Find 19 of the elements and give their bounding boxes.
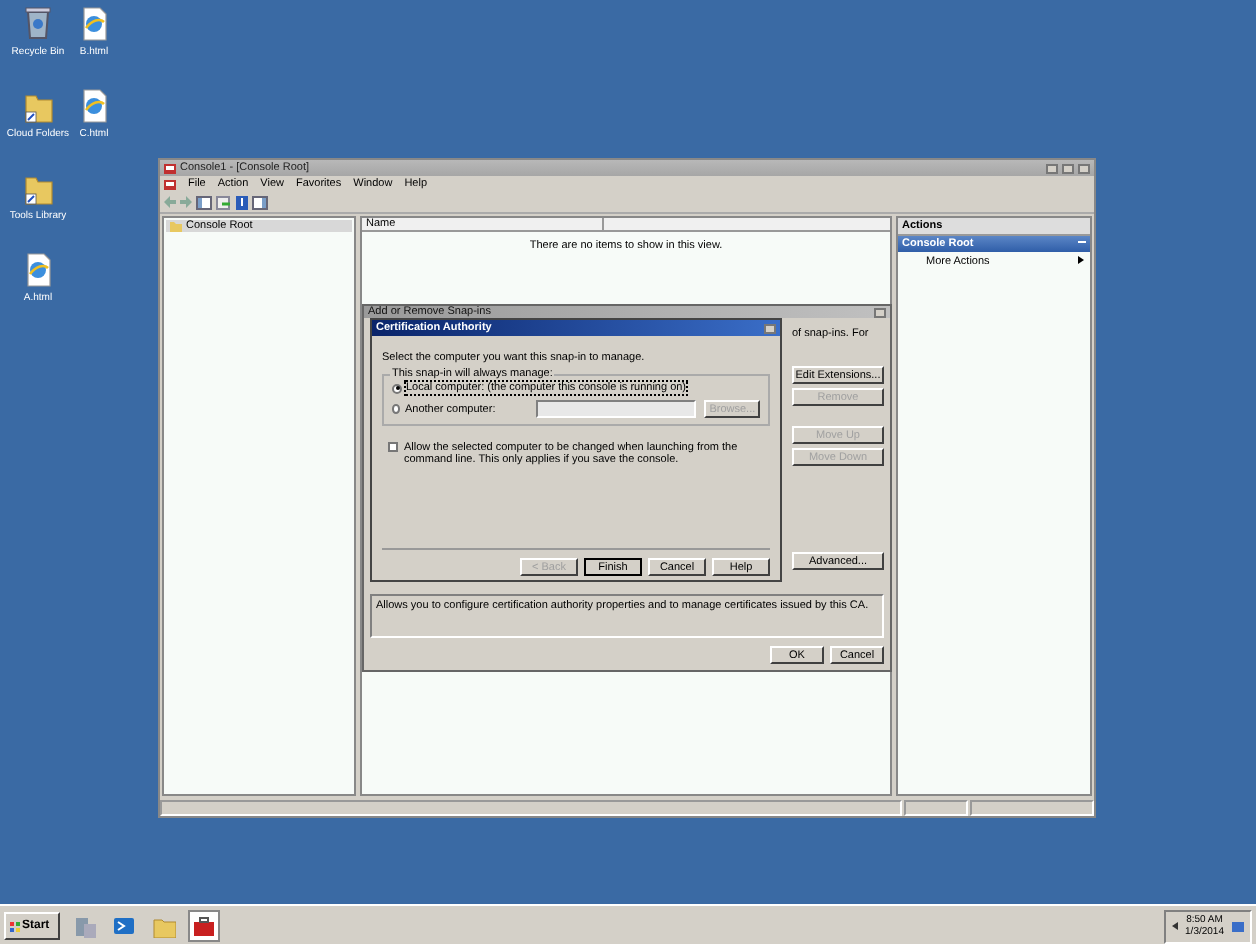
show-hidden-icon[interactable] (1171, 922, 1178, 930)
radio-button[interactable] (392, 383, 402, 393)
console-tree-icon[interactable] (196, 195, 212, 209)
windows-logo-icon (10, 921, 20, 931)
export-list-icon[interactable] (216, 195, 232, 209)
computer-name-field[interactable] (535, 400, 697, 418)
recycle-bin-icon[interactable] (20, 6, 56, 42)
action-pane-icon[interactable] (252, 195, 268, 209)
radio-button[interactable] (392, 404, 401, 414)
help-icon[interactable] (236, 195, 248, 209)
folder-icon (170, 221, 182, 231)
server-manager-icon (72, 914, 96, 938)
taskbar-button[interactable] (188, 910, 220, 942)
submenu-arrow-icon (1078, 256, 1084, 264)
show-desktop-icon[interactable] (1232, 921, 1244, 931)
folder-icon (152, 914, 176, 938)
powershell-icon (112, 914, 136, 938)
checkbox[interactable] (388, 442, 398, 452)
toolbox-icon (192, 914, 216, 938)
